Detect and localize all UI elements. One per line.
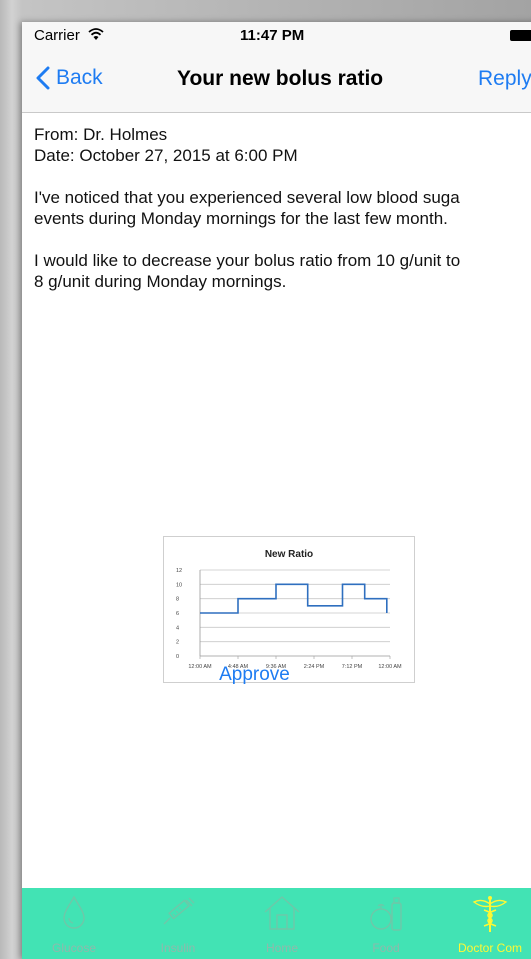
tab-label: Glucose [51, 941, 97, 955]
y-tick-label: 4 [176, 625, 179, 631]
y-tick-label: 6 [176, 611, 179, 617]
page-title: Your new bolus ratio [177, 67, 384, 90]
wifi-icon [88, 27, 104, 45]
message-paragraph-2-line-1: I would like to decrease your bolus rati… [34, 251, 461, 270]
tab-label: Food [372, 941, 400, 955]
y-tick-label: 2 [176, 640, 179, 646]
message-paragraph-2-line-2: 8 g/unit during Monday mornings. [34, 272, 287, 291]
tab-doctor-com[interactable]: Doctor Com [438, 888, 531, 959]
status-bar: Carrier 11:47 PM [22, 22, 531, 48]
chevron-left-icon [36, 66, 50, 90]
tab-label: Home [265, 941, 298, 955]
phone-screen: Carrier 11:47 PM Back Your new bolus rat… [22, 22, 531, 959]
tab-label: Insulin [160, 941, 196, 955]
ratio-chart-svg: New Ratio02468101212:00 AM 4:48 AM 9:36 AM… [176, 549, 402, 670]
tab-food[interactable]: Food [334, 888, 438, 959]
caduceus-icon [472, 896, 508, 932]
y-tick-label: 8 [176, 597, 179, 603]
ratio-chart: New Ratio 0 2 4 6 8 10 12 12:00 AM 4:48 AM 9:36 AM… [163, 536, 415, 683]
message-from: From: Dr. Holmes [34, 125, 168, 144]
y-tick-label: 12 [176, 568, 182, 574]
approve-label: Approve [219, 664, 290, 685]
message-paragraph-1-line-1: I've noticed that you experienced severa… [34, 188, 460, 207]
message-body: From: Dr. Holmes Date: October 27, 2015 … [34, 124, 531, 292]
chart-title: New Ratio [265, 549, 313, 560]
battery-icon [510, 30, 531, 41]
syringe-icon [163, 897, 195, 925]
carrier-label: Carrier [34, 27, 80, 44]
food-icon [370, 897, 402, 931]
approve-button[interactable]: Approve [0, 664, 531, 686]
reply-button[interactable]: Reply [478, 67, 531, 91]
y-tick-label: 0 [176, 654, 179, 660]
tab-bar: Glucose Insulin Home Food Doctor Com [22, 888, 531, 959]
status-time: 11:47 PM [240, 27, 305, 44]
back-button[interactable]: Back [36, 66, 103, 90]
drop-icon [63, 895, 85, 929]
carrier: Carrier [34, 27, 104, 45]
y-tick-label: 10 [176, 582, 182, 588]
house-icon [264, 896, 300, 930]
back-label: Back [56, 66, 103, 89]
message-date: Date: October 27, 2015 at 6:00 PM [34, 146, 298, 165]
tab-label: Doctor Com [457, 941, 522, 955]
tab-glucose[interactable]: Glucose [22, 888, 126, 959]
tab-home[interactable]: Home [230, 888, 334, 959]
navigation-bar: Back Your new bolus ratio Reply [22, 48, 531, 113]
tab-insulin[interactable]: Insulin [126, 888, 230, 959]
message-paragraph-1-line-2: events during Monday mornings for the la… [34, 209, 448, 228]
